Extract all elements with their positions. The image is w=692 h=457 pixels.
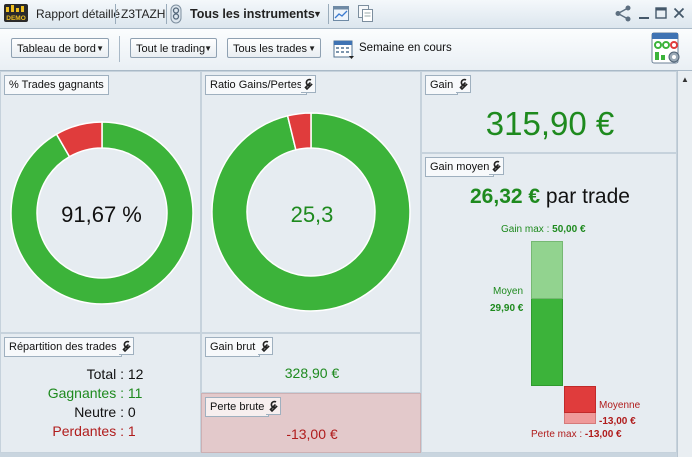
share-icon[interactable]: [614, 5, 632, 22]
distribution-list: Total : 12 Gagnantes : 11 Neutre : 0 Per…: [1, 365, 202, 441]
avg-gain-headline-suffix: par trade: [545, 185, 630, 208]
report-title: Rapport détaillé: [36, 7, 121, 21]
distribution-value: 11: [127, 385, 143, 401]
gross-gain-panel: Gain brut 328,90 €: [201, 333, 421, 393]
max-gain-label: Gain max :: [501, 224, 550, 235]
avg-gain-title: Gain moyen: [425, 157, 495, 177]
dashboard-dropdown[interactable]: Tableau de bord ▼: [11, 38, 109, 58]
distribution-row-losing: Perdantes : 1: [1, 422, 202, 441]
avg-win-label: Moyen: [493, 286, 524, 297]
max-loss-label: Perte max :: [531, 429, 583, 440]
period-label[interactable]: Semaine en cours: [359, 42, 452, 54]
trading-dropdown-label: Tout le trading: [136, 43, 206, 55]
distribution-label: Neutre :: [74, 404, 124, 420]
avg-gain-panel: Gain moyen 26,32 € par trade Gain max : …: [421, 153, 677, 453]
distribution-label: Perdantes :: [52, 423, 124, 439]
bottom-edge: [0, 453, 677, 457]
account-id[interactable]: Z3TAZH: [121, 0, 165, 28]
gain-value: 315,90 €: [485, 105, 615, 142]
gain-title: Gain: [425, 75, 459, 95]
instruments-selector[interactable]: Tous les instruments: [190, 0, 315, 28]
duplicate-icon[interactable]: [358, 5, 373, 22]
wrench-icon[interactable]: [456, 75, 471, 93]
gross-loss-panel: Perte brute -13,00 €: [201, 393, 421, 453]
chevron-down-icon[interactable]: ▼: [313, 0, 322, 28]
gross-loss-title: Perte brute: [205, 397, 270, 417]
win-rate-title: % Trades gagnants: [4, 75, 109, 95]
calendar-icon[interactable]: [333, 39, 355, 60]
gross-loss-value: -13,00 €: [286, 426, 338, 442]
wrench-icon[interactable]: [266, 397, 281, 415]
distribution-value: 0: [127, 404, 136, 420]
avg-win-value: 29,90 €: [490, 303, 524, 314]
gross-gain-title: Gain brut: [205, 337, 261, 357]
wrench-icon[interactable]: [258, 337, 273, 355]
title-bar: DEMO Rapport détaillé Z3TAZH Tous les in…: [0, 0, 692, 29]
trading-dropdown[interactable]: Tout le trading ▼: [130, 38, 217, 58]
gross-gain-value: 328,90 €: [284, 365, 340, 381]
gain-loss-ratio-value: 25,3: [290, 202, 334, 227]
wrench-icon[interactable]: [119, 337, 134, 355]
wrench-icon[interactable]: [301, 75, 316, 93]
scrollbar[interactable]: ▲: [677, 71, 692, 457]
gain-panel: Gain 315,90 €: [421, 71, 677, 153]
chevron-down-icon: ▼: [308, 44, 316, 53]
max-gain-value: 50,00 €: [552, 224, 586, 235]
demo-logo-text: DEMO: [6, 15, 26, 22]
chart-window-icon[interactable]: [333, 6, 349, 21]
chevron-down-icon: ▼: [204, 44, 212, 53]
max-loss-bar: [564, 413, 596, 424]
toolbar: Tableau de bord ▼ Tout le trading ▼ Tous…: [0, 29, 692, 71]
max-loss-value: -13,00 €: [584, 429, 622, 440]
close-icon[interactable]: [673, 7, 685, 19]
avg-loss-bar: [564, 386, 596, 413]
scroll-up-arrow-icon[interactable]: ▲: [681, 75, 689, 84]
max-loss: Perte max : -13,00 €: [531, 429, 622, 440]
minimize-icon[interactable]: [638, 8, 650, 20]
gain-loss-ratio-title: Ratio Gains/Pertes: [205, 75, 308, 95]
report-settings-icon[interactable]: [651, 32, 681, 65]
avg-gain-bar: [531, 299, 563, 386]
distribution-title: Répartition des trades: [4, 337, 122, 357]
distribution-value: 12: [127, 366, 144, 382]
win-rate-value: 91,67 %: [61, 202, 142, 227]
wrench-icon[interactable]: [489, 157, 504, 175]
distribution-row-neutral: Neutre : 0: [1, 403, 202, 422]
demo-logo-icon: DEMO: [4, 4, 28, 22]
avg-gain-headline-value: 26,32 €: [470, 185, 541, 208]
distribution-label: Total :: [86, 366, 124, 382]
distribution-row-total: Total : 12: [1, 365, 202, 384]
avg-loss-label: Moyenne: [599, 400, 641, 411]
avg-loss-value: -13,00 €: [599, 416, 636, 427]
avg-gain-headline: 26,32 € par trade: [422, 185, 678, 209]
link-icon[interactable]: [170, 4, 182, 24]
chevron-down-icon: ▼: [96, 44, 104, 53]
distribution-row-winning: Gagnantes : 11: [1, 384, 202, 403]
distribution-panel: Répartition des trades Total : 12 Gagnan…: [0, 333, 201, 453]
gain-loss-ratio-panel: Ratio Gains/Pertes 25,3: [201, 71, 421, 333]
max-gain: Gain max : 50,00 €: [501, 224, 586, 235]
distribution-value: 1: [127, 423, 136, 439]
distribution-label: Gagnantes :: [47, 385, 124, 401]
dashboard-dropdown-label: Tableau de bord: [17, 43, 96, 55]
max-gain-bar: [531, 241, 563, 299]
maximize-icon[interactable]: [655, 7, 667, 19]
trades-dropdown[interactable]: Tous les trades ▼: [227, 38, 321, 58]
win-rate-panel: % Trades gagnants 91,67 %: [0, 71, 201, 333]
trades-dropdown-label: Tous les trades: [233, 43, 307, 55]
